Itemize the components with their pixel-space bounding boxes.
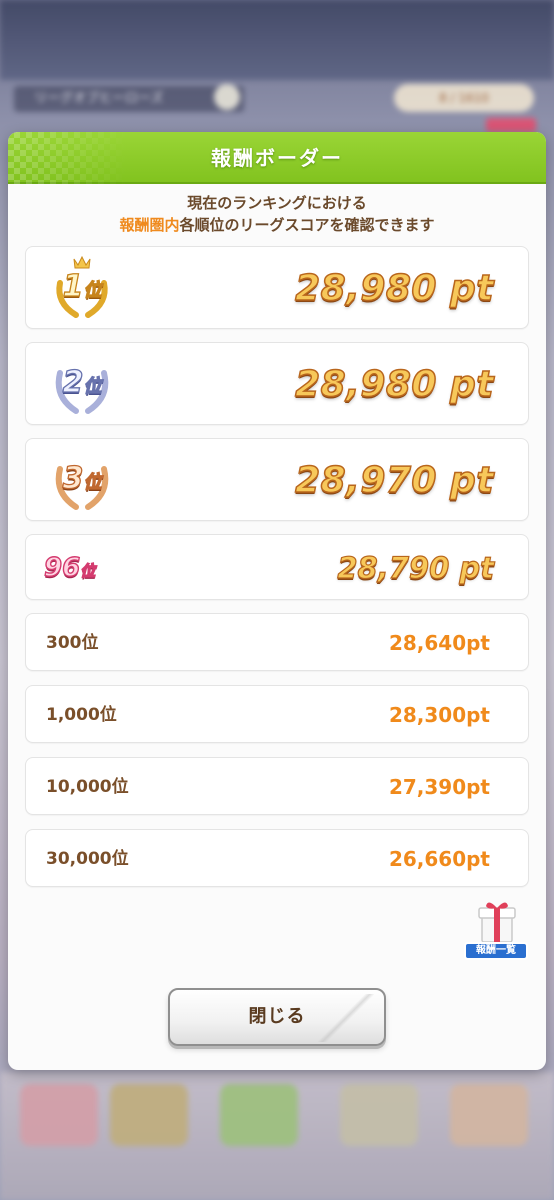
border-score: 26,660pt	[388, 847, 490, 871]
silver-medal-icon: 2位	[46, 349, 118, 421]
background-rank-badge: 8 / 1610	[394, 84, 534, 112]
border-score: 27,390pt	[388, 775, 490, 799]
description-line-2: 報酬圏内各順位のリーグスコアを確認できます	[8, 214, 546, 236]
border-score: 28,790 pt	[337, 550, 495, 585]
background-tab-1	[20, 1084, 98, 1146]
rank-suffix: 位	[79, 561, 96, 580]
background-tab-5	[450, 1084, 528, 1146]
description-line-1: 現在のランキングにおける	[187, 194, 367, 212]
border-row-rank-10000: 10,000位 27,390pt	[25, 757, 529, 815]
background-topbar	[0, 0, 554, 80]
border-score: 28,300pt	[388, 703, 490, 727]
medal-rank-suffix: 位	[83, 279, 102, 301]
background-tab-4	[340, 1084, 418, 1146]
border-row-rank-1: 1位 28,980 pt	[25, 246, 529, 329]
reward-list-button[interactable]: 報酬一覧	[462, 900, 532, 966]
rank-label: 30,000位	[46, 849, 129, 869]
description-highlight: 報酬圏内	[119, 216, 180, 234]
close-button-label: 閉じる	[248, 1006, 306, 1027]
medal-rank-number: 3	[62, 460, 84, 496]
button-shine	[318, 994, 374, 1042]
border-row-rank-3: 3位 28,970 pt	[25, 438, 529, 521]
border-row-rank-30000: 30,000位 26,660pt	[25, 829, 529, 887]
reward-list-label: 報酬一覧	[464, 942, 528, 960]
medal-rank-number: 1	[62, 268, 84, 304]
pink-rank-badge: 96位	[43, 535, 96, 604]
background-tab-3	[220, 1084, 298, 1146]
rank-label: 300位	[46, 633, 99, 653]
background-info-icon	[214, 84, 240, 110]
gold-medal-icon: 1位	[46, 253, 118, 325]
background-tab-2	[110, 1084, 188, 1146]
description-rest: 各順位のリーグスコアを確認できます	[179, 216, 435, 234]
dialog-title: 報酬ボーダー	[211, 146, 343, 170]
border-row-rank-300: 300位 28,640pt	[25, 613, 529, 671]
border-score: 28,970 pt	[294, 459, 494, 502]
close-button[interactable]: 閉じる	[168, 988, 386, 1046]
border-row-rank-96: 96位 28,790 pt	[25, 534, 529, 600]
background-league-label: リーグオブヒーローズ	[14, 86, 244, 112]
border-row-rank-2: 2位 28,980 pt	[25, 342, 529, 425]
bronze-medal-icon: 3位	[46, 445, 118, 517]
dialog-description: 現在のランキングにおける 報酬圏内各順位のリーグスコアを確認できます	[8, 192, 546, 236]
dialog-header: 報酬ボーダー	[8, 132, 546, 184]
border-row-rank-1000: 1,000位 28,300pt	[25, 685, 529, 743]
reward-border-dialog: 報酬ボーダー 現在のランキングにおける 報酬圏内各順位のリーグスコアを確認できま…	[8, 132, 546, 1070]
medal-rank-suffix: 位	[83, 375, 102, 397]
background-notice-bar	[486, 118, 536, 132]
medal-rank-number: 2	[62, 364, 84, 400]
border-list: 1位 28,980 pt 2位 28,980 pt 3位 28,970 pt 9…	[25, 246, 529, 901]
rank-label: 10,000位	[46, 777, 129, 797]
border-score: 28,640pt	[388, 631, 490, 655]
border-score: 28,980 pt	[294, 267, 494, 310]
border-score: 28,980 pt	[294, 363, 494, 406]
rank-number: 96	[43, 552, 81, 583]
medal-rank-suffix: 位	[83, 471, 102, 493]
rank-label: 1,000位	[46, 705, 117, 725]
